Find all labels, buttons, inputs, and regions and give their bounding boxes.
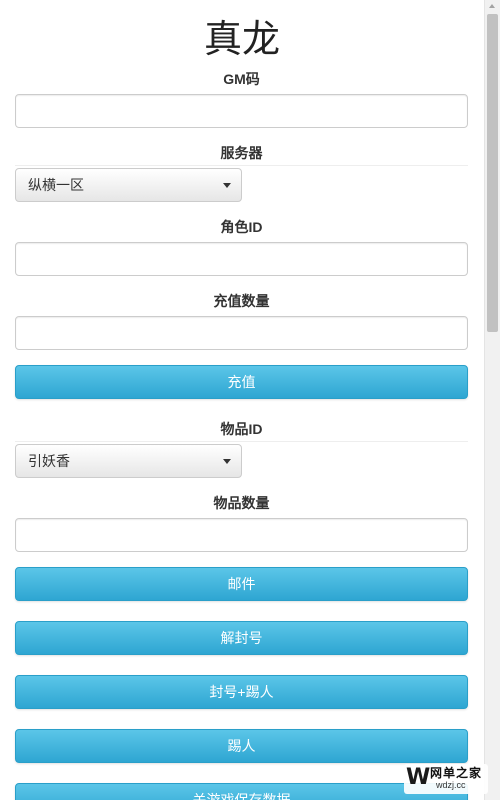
recharge-amount-label: 充值数量 [213, 293, 270, 309]
server-select[interactable]: 纵横一区 [15, 168, 242, 202]
form-content: 真龙 GM码 服务器 纵横一区 角色ID 充值数量 充值 物品ID 引妖香 物品… [0, 0, 484, 800]
unban-button[interactable]: 解封号 [15, 621, 468, 655]
gm-code-label: GM码 [223, 71, 260, 87]
scroll-up-icon[interactable] [489, 4, 495, 8]
role-id-input[interactable] [15, 242, 468, 276]
server-label: 服务器 [15, 143, 468, 166]
watermark-url: wdzj.cc [436, 780, 466, 790]
recharge-button[interactable]: 充值 [15, 365, 468, 399]
close-save-button[interactable]: 关游戏保存数据 [15, 783, 468, 800]
caret-down-icon [223, 459, 231, 464]
watermark-logo: W 网单之家 wdzj.cc [404, 764, 488, 794]
item-quantity-label: 物品数量 [213, 495, 270, 511]
watermark-name: 网单之家 [430, 766, 483, 780]
page: 真龙 GM码 服务器 纵横一区 角色ID 充值数量 充值 物品ID 引妖香 物品… [0, 0, 500, 800]
caret-down-icon [223, 183, 231, 188]
gm-code-input[interactable] [15, 94, 468, 128]
vertical-scrollbar[interactable] [484, 0, 500, 800]
server-select-value: 纵横一区 [28, 177, 84, 193]
mail-button[interactable]: 邮件 [15, 567, 468, 601]
item-select-value: 引妖香 [28, 453, 70, 469]
recharge-amount-input[interactable] [15, 316, 468, 350]
ban-kick-button[interactable]: 封号+踢人 [15, 675, 468, 709]
page-title: 真龙 [203, 17, 280, 61]
item-quantity-input[interactable] [15, 518, 468, 552]
watermark-mark: W [406, 765, 431, 790]
role-id-label: 角色ID [220, 219, 263, 235]
kick-button[interactable]: 踢人 [15, 729, 468, 763]
item-id-label: 物品ID [15, 419, 468, 442]
scrollbar-thumb[interactable] [487, 14, 498, 332]
item-select[interactable]: 引妖香 [15, 444, 242, 478]
